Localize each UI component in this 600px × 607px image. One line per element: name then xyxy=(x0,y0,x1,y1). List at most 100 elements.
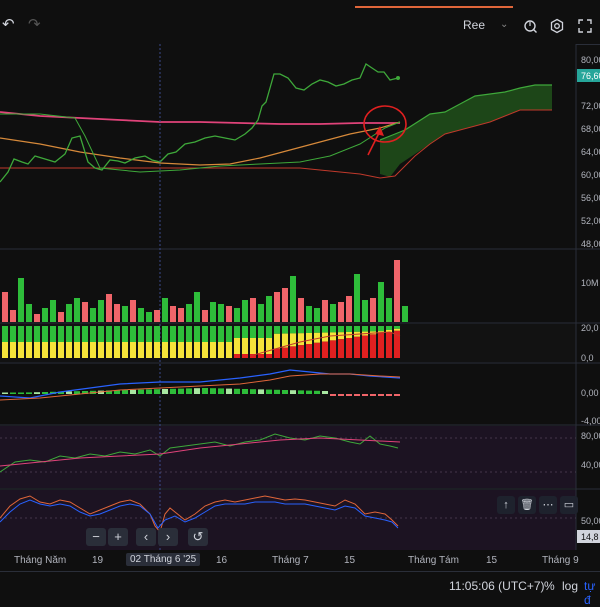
volume-bar xyxy=(362,300,368,322)
macd-tick: 0,00 xyxy=(581,388,599,398)
pane2-green-bar xyxy=(178,326,184,342)
maximize-pane-icon[interactable]: ▭ xyxy=(560,496,578,514)
volume-bar xyxy=(354,274,360,322)
macd-hist-bar xyxy=(34,392,40,394)
macd-hist-bar xyxy=(186,388,192,394)
volume-bar xyxy=(138,308,144,322)
volume-bar xyxy=(298,298,304,322)
scroll-right-button[interactable]: › xyxy=(158,528,178,546)
pane2-yellow-bar xyxy=(122,342,128,358)
pane2-yellow-bar xyxy=(42,342,48,358)
pane2-green-bar xyxy=(26,326,32,342)
pane2-green-bar xyxy=(10,326,16,342)
volume-bar xyxy=(290,276,296,322)
pane2-green-bar xyxy=(290,326,296,334)
volume-bar xyxy=(186,304,192,322)
volume-bar xyxy=(130,300,136,322)
pane2-yellow-bar xyxy=(58,342,64,358)
current-price-label: 76,60 xyxy=(581,71,600,81)
move-up-icon[interactable]: ↑ xyxy=(497,496,515,514)
pane2-green-bar xyxy=(50,326,56,342)
scroll-left-button[interactable]: ‹ xyxy=(136,528,156,546)
macd-hist-bar xyxy=(210,388,216,394)
zoom-in-button[interactable]: + xyxy=(108,528,128,546)
volume-bar xyxy=(10,310,16,322)
pane2-red-bar xyxy=(258,354,264,358)
pane2-yellow-bar xyxy=(194,342,200,358)
delete-icon[interactable]: 🗑 xyxy=(518,496,536,514)
pane2-green-bar xyxy=(330,326,336,333)
pane2-yellow-bar xyxy=(50,342,56,358)
chart-canvas[interactable]: 80,00 72,00 68,00 64,00 60,00 56,00 52,0… xyxy=(0,44,600,550)
pane2-yellow-bar xyxy=(66,342,72,358)
volume-bar xyxy=(322,300,328,322)
volume-bar xyxy=(18,278,24,322)
volume-bar xyxy=(394,260,400,322)
top-toolbar: ↶ ↷ Ree ⌄ xyxy=(0,0,600,45)
time-axis[interactable]: Tháng Năm 19 02 Tháng 6 '25 16 Tháng 7 1… xyxy=(0,550,600,571)
clock-label[interactable]: 11:05:06 (UTC+7) xyxy=(449,579,545,593)
volume-bar xyxy=(306,306,312,322)
volume-bar xyxy=(90,308,96,322)
time-label: 19 xyxy=(92,555,104,566)
chart-area[interactable]: 80,00 72,00 68,00 64,00 60,00 56,00 52,0… xyxy=(0,44,600,550)
macd-hist-bar xyxy=(226,388,232,394)
macd-hist-bar xyxy=(26,392,32,394)
log-toggle[interactable]: log xyxy=(562,579,578,593)
pane2-red-bar xyxy=(330,340,336,358)
zoom-out-button[interactable]: − xyxy=(86,528,106,546)
pane2-yellow-bar xyxy=(154,342,160,358)
chevron-down-icon[interactable]: ⌄ xyxy=(500,14,508,36)
pane2-red-bar xyxy=(386,332,392,358)
reset-chart-button[interactable]: ↺ xyxy=(188,528,208,546)
pane2-green-bar xyxy=(242,326,248,338)
macd-hist-bar xyxy=(354,394,360,396)
volume-bar xyxy=(42,308,48,322)
more-icon[interactable]: ⋯ xyxy=(539,496,557,514)
crosshair-time-label: 02 Tháng 6 '25 xyxy=(126,553,201,566)
volume-bar xyxy=(82,302,88,322)
pane2-yellow-bar xyxy=(186,342,192,358)
pane2-green-bar xyxy=(186,326,192,342)
percent-toggle[interactable]: % xyxy=(544,579,555,593)
macd-hist-bar xyxy=(314,390,320,394)
auto-scale-toggle[interactable]: tự đ xyxy=(584,579,600,607)
fullscreen-icon[interactable] xyxy=(577,14,593,36)
price-tick: 52,00 xyxy=(581,216,600,226)
pane2-yellow-bar xyxy=(226,342,232,358)
pane2-green-bar xyxy=(210,326,216,342)
volume-bar xyxy=(26,304,32,322)
macd-hist-bar xyxy=(138,389,144,394)
volume-bar xyxy=(242,300,248,322)
price-tick: 56,00 xyxy=(581,193,600,203)
redo-icon[interactable]: ↷ xyxy=(28,14,41,36)
macd-hist-bar xyxy=(338,394,344,396)
pane2-yellow-bar xyxy=(162,342,168,358)
macd-hist-bar xyxy=(162,389,168,394)
macd-hist-bar xyxy=(386,394,392,396)
pane2-green-bar xyxy=(42,326,48,342)
time-label: Tháng 7 xyxy=(272,555,309,566)
volume-bar xyxy=(106,294,112,322)
pane2-green-bar xyxy=(82,326,88,342)
pane2-green-bar xyxy=(370,326,376,332)
gear-icon[interactable] xyxy=(549,14,565,36)
macd-hist-bar xyxy=(378,394,384,396)
volume-bar xyxy=(194,292,200,322)
replay-icon[interactable] xyxy=(522,14,538,36)
undo-icon[interactable]: ↶ xyxy=(2,14,15,36)
pane2-green-bar xyxy=(146,326,152,342)
pane2-yellow-bar xyxy=(26,342,32,358)
pane2-green-bar xyxy=(306,326,312,333)
pane2-red-bar xyxy=(298,345,304,358)
volume-tick: 10M xyxy=(581,278,599,288)
pane2-yellow-bar xyxy=(394,328,400,331)
macd-hist-bar xyxy=(266,389,272,394)
volume-bar xyxy=(226,306,232,322)
symbol-label: Ree xyxy=(463,18,486,32)
pane2-red-bar xyxy=(314,342,320,358)
pane2-yellow-bar xyxy=(114,342,120,358)
symbol-selector[interactable]: Ree xyxy=(463,14,485,36)
pane2-yellow-bar xyxy=(250,338,256,354)
pane2-green-bar xyxy=(250,326,256,338)
